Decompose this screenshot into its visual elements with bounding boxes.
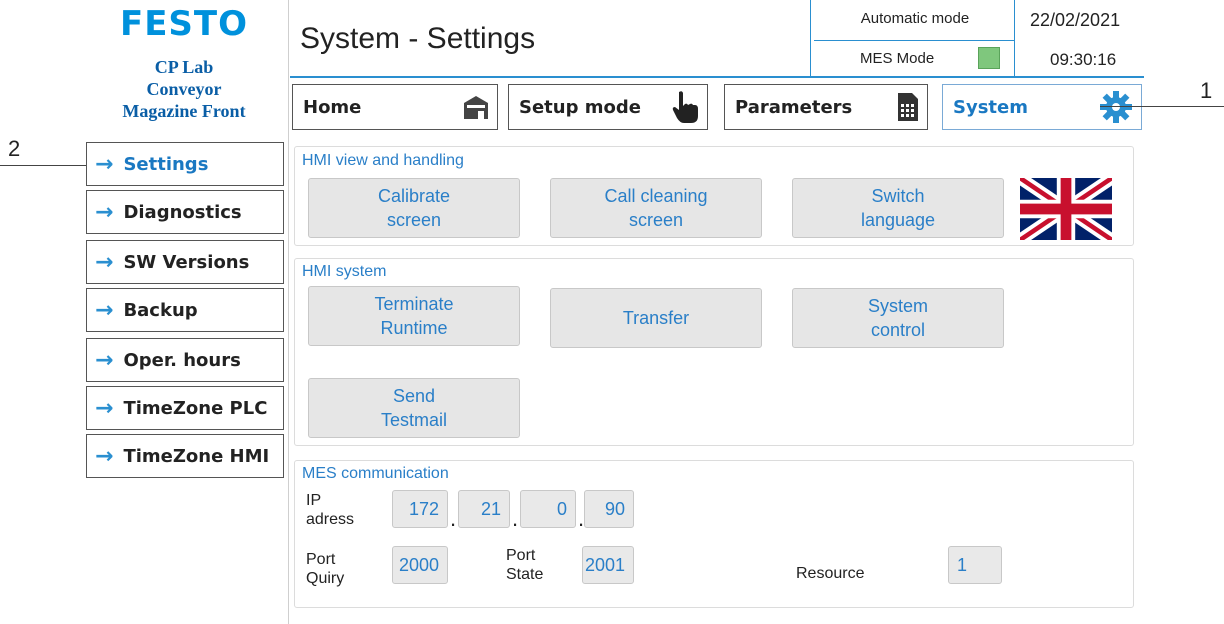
port-quiry-label: Port Quiry [306, 551, 345, 587]
sidebar-item-settings[interactable]: → Settings [86, 142, 284, 186]
status-box-divider-middle [814, 40, 1014, 41]
hmi-system-panel-title: HMI system [302, 263, 387, 280]
switch-language-button[interactable]: Switch language [792, 178, 1004, 238]
sidebar-item-label: Diagnostics [123, 201, 242, 223]
resource-label: Resource [796, 565, 865, 582]
station-name: CP Lab Conveyor Magazine Front [84, 56, 284, 122]
terminate-runtime-button[interactable]: Terminate Runtime [308, 286, 520, 346]
callout-1-line [1100, 106, 1224, 107]
sidebar-item-label: TimeZone PLC [123, 397, 268, 419]
station-line-2: Conveyor [146, 79, 222, 99]
send-testmail-label: Send Testmail [380, 386, 447, 430]
resource-field[interactable]: 1 [948, 546, 1002, 584]
date-display: 22/02/2021 [1030, 10, 1121, 30]
sidebar-item-timezone-hmi[interactable]: → TimeZone HMI [86, 434, 284, 478]
ip-separator: . [512, 506, 519, 531]
calibrate-screen-label: Calibrate screen [377, 186, 451, 230]
nav-setup-mode-button[interactable]: Setup mode [508, 84, 708, 130]
arrow-right-icon: → [95, 443, 114, 469]
transfer-label: Transfer [622, 308, 690, 328]
ip-octet-4-field[interactable]: 90 [584, 490, 634, 528]
send-testmail-button[interactable]: Send Testmail [308, 378, 520, 438]
callout-2-line [0, 165, 96, 166]
hand-pointer-icon [672, 91, 698, 123]
sidebar-item-diagnostics[interactable]: → Diagnostics [86, 190, 284, 234]
system-control-label: System control [867, 296, 928, 340]
nav-parameters-label: Parameters [735, 96, 853, 118]
sidebar-divider [288, 0, 289, 624]
switch-language-label: Switch language [860, 186, 936, 230]
nav-setup-label: Setup mode [519, 96, 641, 118]
call-cleaning-screen-button[interactable]: Call cleaning screen [550, 178, 762, 238]
status-box-divider-left [810, 0, 811, 76]
uk-flag-icon[interactable] [1020, 178, 1112, 240]
sidebar-item-sw-versions[interactable]: → SW Versions [86, 240, 284, 284]
ip-octet-3-field[interactable]: 0 [520, 490, 576, 528]
sidebar-item-label: Oper. hours [123, 349, 241, 371]
station-line-1: CP Lab [154, 57, 214, 77]
time-display: 09:30:16 [1050, 50, 1117, 69]
ip-separator: . [450, 506, 457, 531]
nav-system-button[interactable]: System [942, 84, 1142, 130]
page-title: System - Settings [300, 22, 536, 55]
arrow-right-icon: → [95, 249, 114, 275]
nav-system-label: System [953, 96, 1028, 118]
ip-octet-2-field[interactable]: 21 [458, 490, 510, 528]
arrow-right-icon: → [95, 395, 114, 421]
nav-home-label: Home [303, 96, 362, 118]
sidebar-item-label: TimeZone HMI [123, 445, 270, 467]
gear-icon [1100, 91, 1132, 123]
callout-2-number: 2 [8, 136, 21, 161]
terminate-runtime-label: Terminate Runtime [374, 294, 454, 338]
sidebar-item-backup[interactable]: → Backup [86, 288, 284, 332]
festo-logo: FESTO [119, 4, 249, 44]
transfer-button[interactable]: Transfer [550, 288, 762, 348]
port-state-label: Port State [506, 547, 544, 583]
port-quiry-field[interactable]: 2000 [392, 546, 448, 584]
nav-parameters-button[interactable]: Parameters [724, 84, 928, 130]
mes-communication-panel-title: MES communication [302, 465, 449, 482]
calibrate-screen-button[interactable]: Calibrate screen [308, 178, 520, 238]
mes-mode-indicator [978, 47, 1000, 69]
callout-1-number: 1 [1200, 78, 1213, 103]
call-cleaning-screen-label: Call cleaning screen [604, 186, 708, 230]
nav-home-button[interactable]: Home [292, 84, 498, 130]
sidebar-item-label: SW Versions [123, 251, 250, 273]
hmi-view-panel-title: HMI view and handling [302, 152, 464, 169]
mes-mode-label: MES Mode [860, 50, 935, 67]
arrow-right-icon: → [95, 297, 114, 323]
port-state-field[interactable]: 2001 [582, 546, 634, 584]
ip-octet-1-field[interactable]: 172 [392, 490, 448, 528]
sidebar-item-label: Settings [123, 153, 209, 175]
system-control-button[interactable]: System control [792, 288, 1004, 348]
arrow-right-icon: → [95, 347, 114, 373]
status-box-divider-right [1014, 0, 1015, 76]
automatic-mode-status: Automatic mode [860, 10, 970, 27]
ip-address-label: IP adress [306, 492, 355, 528]
home-icon [464, 96, 488, 119]
sidebar-item-timezone-plc[interactable]: → TimeZone PLC [86, 386, 284, 430]
arrow-right-icon: → [95, 199, 114, 225]
station-line-3: Magazine Front [122, 101, 246, 121]
sidebar-item-label: Backup [123, 299, 198, 321]
arrow-right-icon: → [95, 151, 114, 177]
header-divider [290, 76, 1144, 78]
sidebar-item-oper-hours[interactable]: → Oper. hours [86, 338, 284, 382]
calculator-document-icon [898, 93, 918, 121]
